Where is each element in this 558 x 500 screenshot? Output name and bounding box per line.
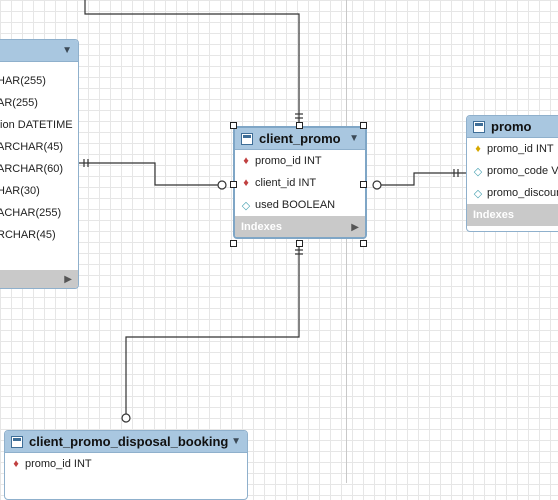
column-row: ♦ client_id INT — [235, 172, 365, 194]
indexes-section[interactable]: Indexes — [467, 204, 558, 226]
resize-handle[interactable] — [360, 181, 367, 188]
column-row: ♦ promo_id INT — [5, 453, 247, 475]
table-left-partial[interactable]: ▼ HAR(255) AR(255) tion DATETIME ARCHAR(… — [0, 39, 79, 289]
table-icon — [473, 120, 485, 133]
indexes-section[interactable]: Indexes ▶ — [235, 216, 365, 237]
resize-handle[interactable] — [230, 240, 237, 247]
resize-handle[interactable] — [230, 122, 237, 129]
column-row: ◇ used BOOLEAN — [241, 199, 336, 212]
column-row: HAR(30) — [0, 185, 40, 197]
column-row: ♦ promo_id INT — [235, 150, 365, 172]
foreign-key-icon: ♦ — [243, 177, 249, 189]
column-row: RCHAR(45) — [0, 229, 56, 241]
foreign-key-icon: ♦ — [243, 155, 249, 167]
resize-handle[interactable] — [360, 122, 367, 129]
table-icon — [241, 132, 253, 145]
column-diamond-icon: ◇ — [473, 165, 483, 178]
column-row: ACHAR(255) — [0, 207, 62, 219]
page-boundary-line — [346, 0, 347, 483]
relationship-top — [84, 0, 300, 122]
table-name: promo — [491, 119, 532, 134]
resize-handle[interactable] — [296, 240, 303, 247]
column-row: HAR(255) — [0, 75, 46, 87]
column-row: ♦ promo_id INT — [467, 138, 558, 160]
relationship-left — [78, 162, 220, 186]
table-name: client_promo_disposal_booking — [29, 434, 229, 449]
collapse-arrow-icon[interactable]: ▼ — [62, 45, 72, 56]
table-header[interactable]: ▼ — [0, 40, 78, 62]
expand-arrow-icon[interactable]: ▶ — [351, 222, 359, 233]
primary-key-icon: ♦ — [475, 143, 481, 155]
column-row: AR(255) — [0, 97, 38, 109]
relationship-lines — [78, 0, 466, 423]
table-name: client_promo — [259, 131, 341, 146]
column-diamond-icon: ◇ — [241, 199, 251, 212]
collapse-arrow-icon[interactable]: ▼ — [231, 436, 241, 447]
table-header[interactable]: promo — [467, 116, 558, 138]
column-row: ARCHAR(60) — [0, 163, 64, 175]
table-client-promo[interactable]: client_promo ▼ ♦ promo_id INT ♦ client_i… — [233, 126, 367, 239]
column-diamond-icon: ◇ — [473, 187, 483, 200]
relationship-promo — [380, 172, 466, 186]
expand-arrow-icon[interactable]: ▶ — [64, 274, 72, 285]
indexes-section[interactable]: ▶ — [0, 270, 78, 288]
table-header[interactable]: client_promo ▼ — [235, 128, 365, 150]
resize-handle[interactable] — [360, 240, 367, 247]
indexes-label: Indexes — [241, 221, 282, 233]
table-header[interactable]: client_promo_disposal_booking ▼ — [5, 431, 247, 453]
indexes-label: Indexes — [473, 209, 514, 221]
foreign-key-icon: ♦ — [13, 458, 19, 470]
column-row: ◇ promo_discount — [473, 187, 558, 200]
column-row: tion DATETIME — [0, 119, 73, 131]
table-promo[interactable]: promo ♦ promo_id INT ◇ promo_code VA ◇ p… — [466, 115, 558, 232]
column-row: ◇ promo_code VA — [473, 165, 558, 178]
relationship-bottom — [125, 247, 300, 414]
column-row: ARCHAR(45) — [0, 141, 64, 153]
resize-handle[interactable] — [296, 122, 303, 129]
table-client-promo-disposal-booking[interactable]: client_promo_disposal_booking ▼ ♦ promo_… — [4, 430, 248, 500]
table-icon — [11, 435, 23, 448]
collapse-arrow-icon[interactable]: ▼ — [349, 133, 359, 144]
resize-handle[interactable] — [230, 181, 237, 188]
